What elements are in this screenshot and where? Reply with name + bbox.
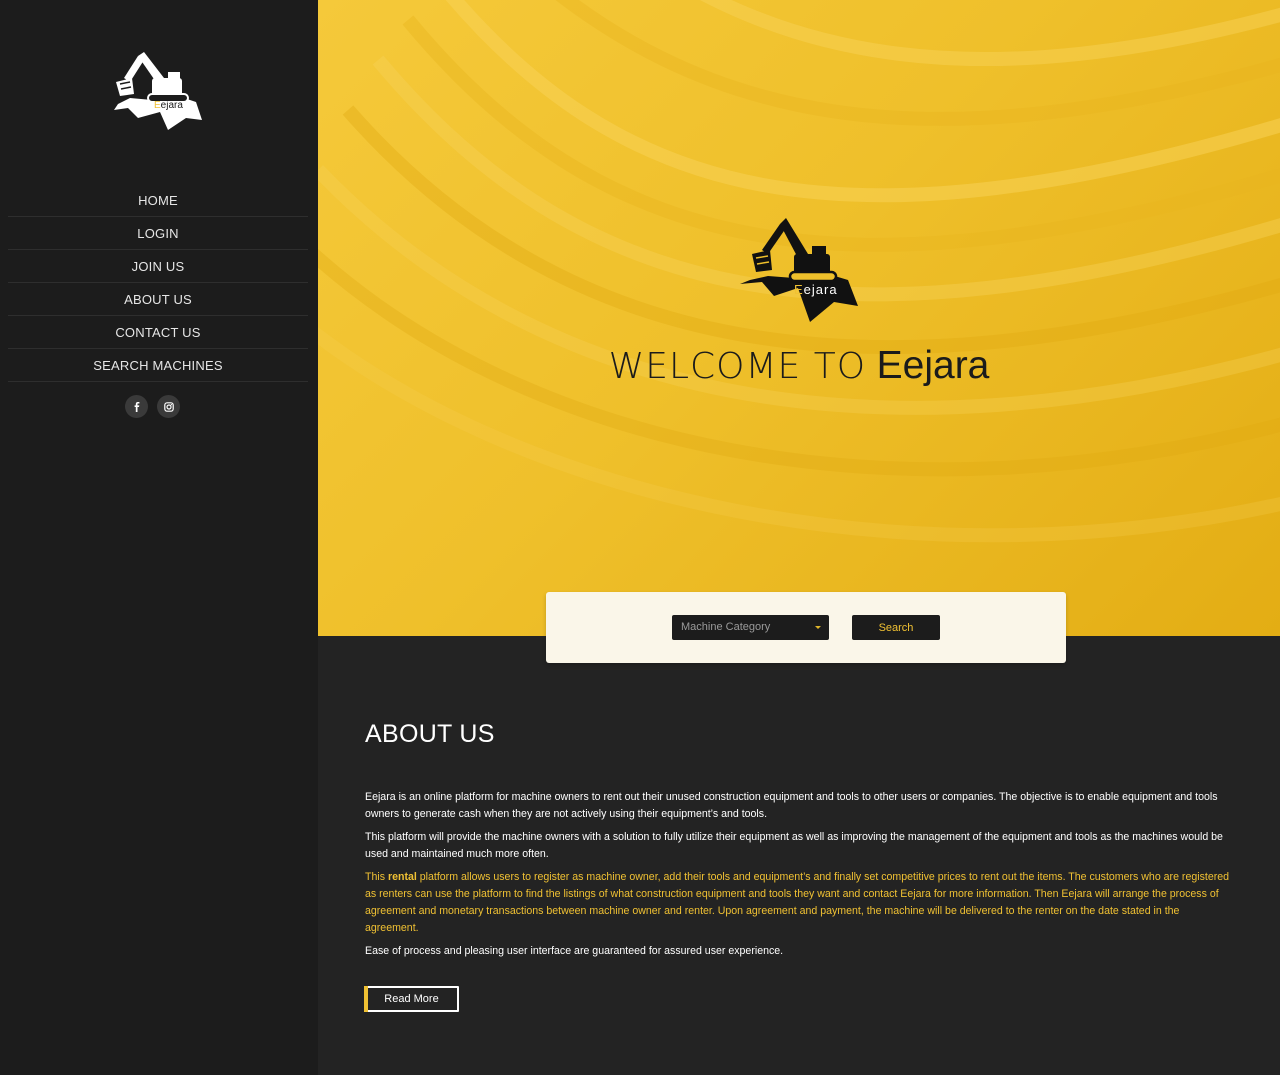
machine-category-select-value: Machine Category [681,621,771,633]
nav-link-login[interactable]: LOGIN [137,226,178,241]
nav-item-search-machines[interactable]: SEARCH MACHINES [8,349,308,382]
nav-link-about-us[interactable]: ABOUT US [124,292,192,307]
nav-item-login[interactable]: LOGIN [8,217,308,250]
sidebar: Eejara HOME LOGIN JOIN US ABOUT US CONTA… [0,0,318,1075]
machine-search-panel: Machine Category Search [546,592,1066,663]
about-paragraph-2: This platform will provide the machine o… [365,831,1223,860]
hero-banner: Eejara WELCOME TO Eejara [318,0,1280,636]
hero-title-brand: Eejara [876,344,990,387]
chevron-down-icon [815,626,821,629]
about-paragraph-3-post: platform allows users to register as mac… [365,871,1230,934]
nav-item-contact-us[interactable]: CONTACT US [8,316,308,349]
hero-title-prefix: WELCOME TO [608,346,867,387]
excavator-logo-icon[interactable]: Eejara [108,48,208,138]
facebook-icon[interactable] [125,395,148,418]
svg-text:Eejara: Eejara [154,100,183,111]
about-heading: ABOUT US [365,720,495,748]
about-paragraph-3: This rental platform allows users to reg… [365,869,1235,937]
about-paragraph-1: Eejara is an online platform for machine… [365,791,1218,820]
nav-link-join-us[interactable]: JOIN US [132,259,185,274]
hero-title: WELCOME TO Eejara [318,344,1280,388]
nav-link-search-machines[interactable]: SEARCH MACHINES [93,358,222,373]
about-section: ABOUT US Eejara is an online platform fo… [365,720,1235,966]
machine-category-select[interactable]: Machine Category [672,615,829,640]
search-button[interactable]: Search [852,615,940,640]
about-paragraph-3-bold: rental [387,871,417,883]
hero-excavator-logo-icon: Eejara [738,214,862,328]
about-paragraph-3-pre: This [365,871,388,883]
svg-text:Eejara: Eejara [794,282,838,297]
read-more-button[interactable]: Read More [364,986,459,1012]
nav-item-join-us[interactable]: JOIN US [8,250,308,283]
nav-item-about-us[interactable]: ABOUT US [8,283,308,316]
social-links [125,395,180,418]
nav-link-home[interactable]: HOME [138,193,178,208]
sidebar-nav: HOME LOGIN JOIN US ABOUT US CONTACT US S… [8,184,308,382]
nav-link-contact-us[interactable]: CONTACT US [115,325,200,340]
nav-item-home[interactable]: HOME [8,184,308,217]
about-paragraph-4: Ease of process and pleasing user interf… [365,945,784,957]
instagram-icon[interactable] [157,395,180,418]
